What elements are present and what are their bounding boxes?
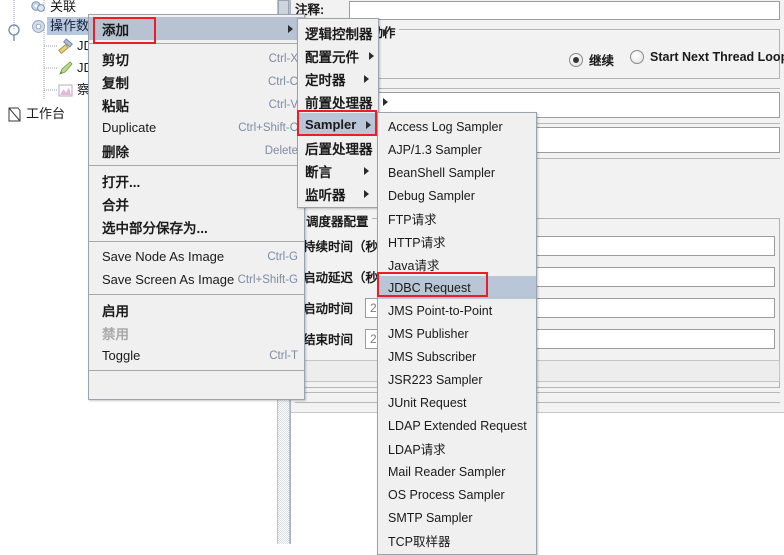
menu-item-access-log-sampler[interactable]: Access Log Sampler (378, 115, 536, 138)
menu-item-jsr223-sampler[interactable]: JSR223 Sampler (378, 368, 536, 391)
menu-item-junit-request[interactable]: JUnit Request (378, 391, 536, 414)
submenu-arrow-icon (366, 120, 376, 129)
menu-item-timer[interactable]: 定时器 (298, 67, 378, 90)
radio-continue-label: 继续 (589, 54, 615, 68)
menu-item-disable: 禁用 (102, 326, 129, 342)
menu-item-http-request[interactable]: HTTP请求 (378, 230, 536, 253)
menu-item-debug-sampler[interactable]: Debug Sampler (378, 184, 536, 207)
startup-delay-label: 启动延迟（秒 (303, 271, 379, 285)
menu-item-toggle[interactable]: Toggle Ctrl-T (89, 344, 304, 367)
tree-node-0[interactable]: 关联 (30, 0, 76, 16)
menu-item-os-process-sampler[interactable]: OS Process Sampler (378, 483, 536, 506)
menu-item-open[interactable]: 打开... (89, 169, 304, 192)
menu-item-ldap-extended-request[interactable]: LDAP Extended Request (378, 414, 536, 437)
menu-item-save-screen-as-image[interactable]: Save Screen As Image Ctrl+Shift-G (89, 268, 304, 291)
gears-icon (30, 0, 47, 16)
menu-item-jms-publisher[interactable]: JMS Publisher (378, 322, 536, 345)
menu-item-jms-subscriber[interactable]: JMS Subscriber (378, 345, 536, 368)
menu-item-jms-point-to-point[interactable]: JMS Point-to-Point (378, 299, 536, 322)
form-divider-4 (295, 392, 780, 393)
form-divider-5 (295, 402, 780, 403)
submenu-arrow-icon (364, 74, 374, 83)
menu-item-paste[interactable]: 粘贴 Ctrl-V (89, 93, 304, 116)
form-field-row-3 (295, 360, 780, 382)
menu-item-merge[interactable]: 合并 (89, 192, 304, 215)
jdbc-request-icon (57, 60, 74, 77)
menu-item-copy[interactable]: 复制 Ctrl-C (89, 70, 304, 93)
menu-separator (89, 165, 304, 166)
radio-start-next-thread-loop-label: Start Next Thread Loop (650, 50, 784, 64)
duration-label: 持续时间（秒 (303, 240, 379, 254)
menu-item-logic-controller[interactable]: 逻辑控制器 (298, 21, 388, 44)
tree-node-0-label: 关联 (50, 0, 77, 14)
tree-node-5[interactable]: 工作台 (6, 105, 65, 123)
menu-item-duplicate[interactable]: Duplicate Ctrl+Shift-C (89, 116, 304, 139)
menu-item-java-request[interactable]: Java请求 (378, 253, 536, 276)
menu-item-save-node-as-image[interactable]: Save Node As Image Ctrl-G (89, 245, 304, 268)
tree-node-5-label: 工作台 (26, 106, 66, 121)
workbench-icon (6, 106, 23, 123)
tree-node-context-menu[interactable]: 添加 剪切 Ctrl-X 复制 Ctrl-C 粘贴 Ctrl-V Duplica… (88, 14, 305, 400)
submenu-arrow-icon (369, 51, 379, 60)
jdbc-config-icon (57, 37, 74, 55)
form-bottom-blank-area (291, 412, 784, 544)
results-tree-icon (57, 82, 74, 99)
radio-continue-dot (569, 52, 583, 67)
menu-separator (89, 241, 304, 242)
menu-item-config-element[interactable]: 配置元件 (298, 44, 378, 67)
menu-separator (89, 294, 304, 295)
menu-item-smtp-sampler[interactable]: SMTP Sampler (378, 506, 536, 529)
add-submenu[interactable]: 逻辑控制器 配置元件 定时器 前置处理器 Sampler 后置处理器 断言 监听… (297, 18, 388, 208)
menu-item-tcp-sampler[interactable]: TCP取样器 (378, 529, 536, 552)
menu-item-assertion[interactable]: 断言 (298, 159, 378, 182)
radio-continue[interactable]: 继续 (569, 50, 614, 69)
menu-item-delete[interactable]: 删除 Delete (89, 139, 304, 162)
start-time-label: 启动时间 (303, 302, 354, 316)
submenu-arrow-icon (364, 189, 374, 198)
menu-item-beanshell-sampler[interactable]: BeanShell Sampler (378, 161, 536, 184)
app-window: 注释: 后要执行的动作 继续 Start Next Thread Loop De… (0, 0, 784, 555)
menu-separator (89, 43, 304, 44)
menu-item-ldap-request[interactable]: LDAP请求 (378, 437, 536, 460)
menu-item-add[interactable]: 添加 (89, 17, 304, 40)
menu-separator (89, 370, 304, 371)
gear-icon (30, 18, 47, 35)
radio-start-next-thread-loop-dot (630, 50, 644, 64)
submenu-arrow-icon (364, 166, 374, 175)
menu-item-listener[interactable]: 监听器 (298, 182, 378, 205)
submenu-arrow-icon (382, 28, 393, 37)
menu-item-post-processor[interactable]: 后置处理器 (298, 136, 388, 159)
submenu-arrow-icon (382, 97, 393, 106)
comment-input[interactable] (349, 1, 780, 20)
menu-item-ajp-sampler[interactable]: AJP/1.3 Sampler (378, 138, 536, 161)
radio-start-next-thread-loop[interactable]: Start Next Thread Loop (630, 50, 784, 64)
scheduler-config-group-title: 调度器配置 (303, 211, 372, 230)
menu-item-mail-reader-sampler[interactable]: Mail Reader Sampler (378, 460, 536, 483)
sampler-submenu[interactable]: Access Log Sampler AJP/1.3 Sampler BeanS… (377, 112, 537, 555)
menu-item-pre-processor[interactable]: 前置处理器 (298, 90, 388, 113)
menu-item-cut[interactable]: 剪切 Ctrl-X (89, 47, 304, 70)
menu-item-enable[interactable]: 启用 (89, 298, 304, 321)
menu-item-sampler[interactable]: Sampler (298, 113, 378, 136)
menu-item-ftp-request[interactable]: FTP请求 (378, 207, 536, 230)
menu-item-save-selection-as[interactable]: 选中部分保存为... (89, 215, 304, 238)
end-time-label: 结束时间 (303, 333, 354, 347)
menu-item-jdbc-request[interactable]: JDBC Request (378, 276, 536, 299)
menu-item-help[interactable] (89, 374, 304, 397)
